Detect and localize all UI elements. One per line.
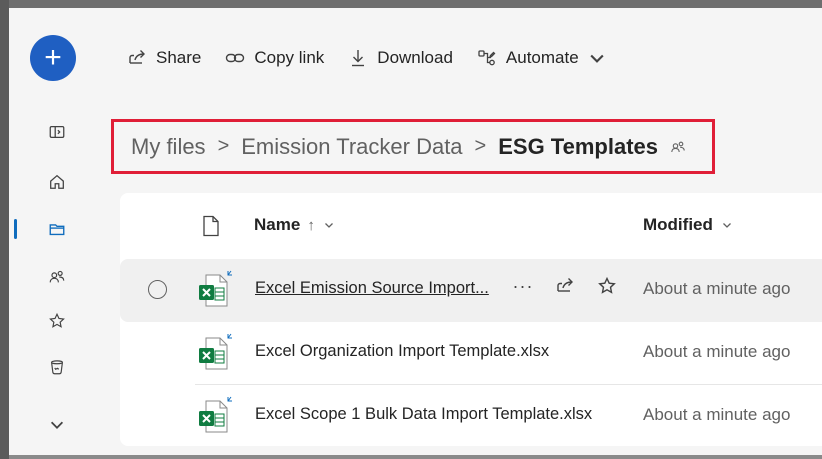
breadcrumb-item-emission-tracker-data[interactable]: Emission Tracker Data: [241, 134, 462, 160]
create-new-button[interactable]: +: [30, 35, 76, 81]
breadcrumb-separator: >: [217, 135, 230, 157]
plus-icon: +: [44, 41, 62, 74]
download-button[interactable]: Download: [348, 48, 453, 68]
copy-link-label: Copy link: [254, 48, 325, 67]
my-files-icon[interactable]: [47, 219, 67, 239]
chevron-down-icon: [324, 223, 333, 228]
breadcrumb-item-esg-templates: ESG Templates: [498, 133, 658, 159]
file-name-link[interactable]: Excel Scope 1 Bulk Data Import Template.…: [255, 405, 592, 424]
shared-people-icon[interactable]: [670, 139, 686, 155]
breadcrumb-item-my-files[interactable]: My files: [131, 134, 206, 160]
excel-file-icon: [199, 270, 232, 307]
share-icon: [129, 50, 145, 64]
file-name-link[interactable]: Excel Organization Import Template.xlsx: [255, 342, 549, 361]
link-icon: [226, 53, 245, 63]
file-list: Name ↑ Modified Excel Emission Source Im…: [120, 193, 822, 446]
share-icon[interactable]: [554, 275, 576, 297]
toggle-nav-icon[interactable]: [47, 122, 67, 142]
column-header-name[interactable]: Name ↑: [254, 215, 335, 235]
excel-file-icon: [199, 333, 232, 370]
column-modified-label: Modified: [643, 215, 713, 234]
window-frame-left: [0, 0, 9, 459]
window-frame-bottom: [9, 455, 822, 459]
column-name-label: Name: [254, 215, 301, 234]
column-header-modified[interactable]: Modified: [643, 215, 733, 235]
share-label: Share: [156, 48, 202, 67]
star-icon[interactable]: [596, 275, 618, 297]
active-indicator: [14, 219, 17, 239]
row-select-radio[interactable]: [148, 280, 167, 299]
file-list-header: Name ↑ Modified: [120, 193, 822, 259]
automate-icon: [478, 50, 496, 66]
automate-button[interactable]: Automate: [477, 48, 616, 68]
breadcrumb: My files > Emission Tracker Data > ESG T…: [111, 119, 715, 174]
share-button[interactable]: Share: [127, 48, 201, 68]
favorites-icon[interactable]: [47, 311, 67, 331]
modified-value: About a minute ago: [643, 405, 791, 424]
shared-icon[interactable]: [47, 267, 67, 287]
modified-value: About a minute ago: [643, 342, 791, 361]
download-label: Download: [377, 48, 453, 67]
file-name-link[interactable]: Excel Emission Source Import...: [255, 279, 489, 298]
table-row[interactable]: Excel Emission Source Import... ··· Abou…: [120, 259, 822, 322]
table-row[interactable]: Excel Scope 1 Bulk Data Import Template.…: [120, 385, 822, 448]
command-bar: Share Copy link Download Automate: [127, 40, 640, 76]
file-type-icon[interactable]: [202, 215, 220, 237]
home-icon[interactable]: [47, 172, 67, 192]
window-frame-top: [9, 0, 822, 8]
more-options-icon[interactable]: ···: [512, 275, 534, 297]
sort-ascending-icon: ↑: [307, 216, 315, 234]
modified-value: About a minute ago: [643, 279, 791, 298]
copy-link-button[interactable]: Copy link: [225, 48, 324, 68]
row-actions: ···: [512, 275, 638, 297]
excel-file-icon: [199, 396, 232, 433]
download-icon: [352, 50, 365, 67]
breadcrumb-separator: >: [474, 135, 487, 157]
chevron-down-icon[interactable]: [47, 415, 67, 435]
left-rail: +: [9, 8, 106, 455]
automate-label: Automate: [505, 48, 579, 67]
app-body: + Share Copy link Download Automate My f…: [9, 8, 822, 455]
table-row[interactable]: Excel Organization Import Template.xlsx …: [120, 322, 822, 385]
chevron-down-icon: [722, 223, 731, 228]
recycle-bin-icon[interactable]: [47, 357, 67, 377]
chevron-down-icon: [590, 54, 604, 63]
